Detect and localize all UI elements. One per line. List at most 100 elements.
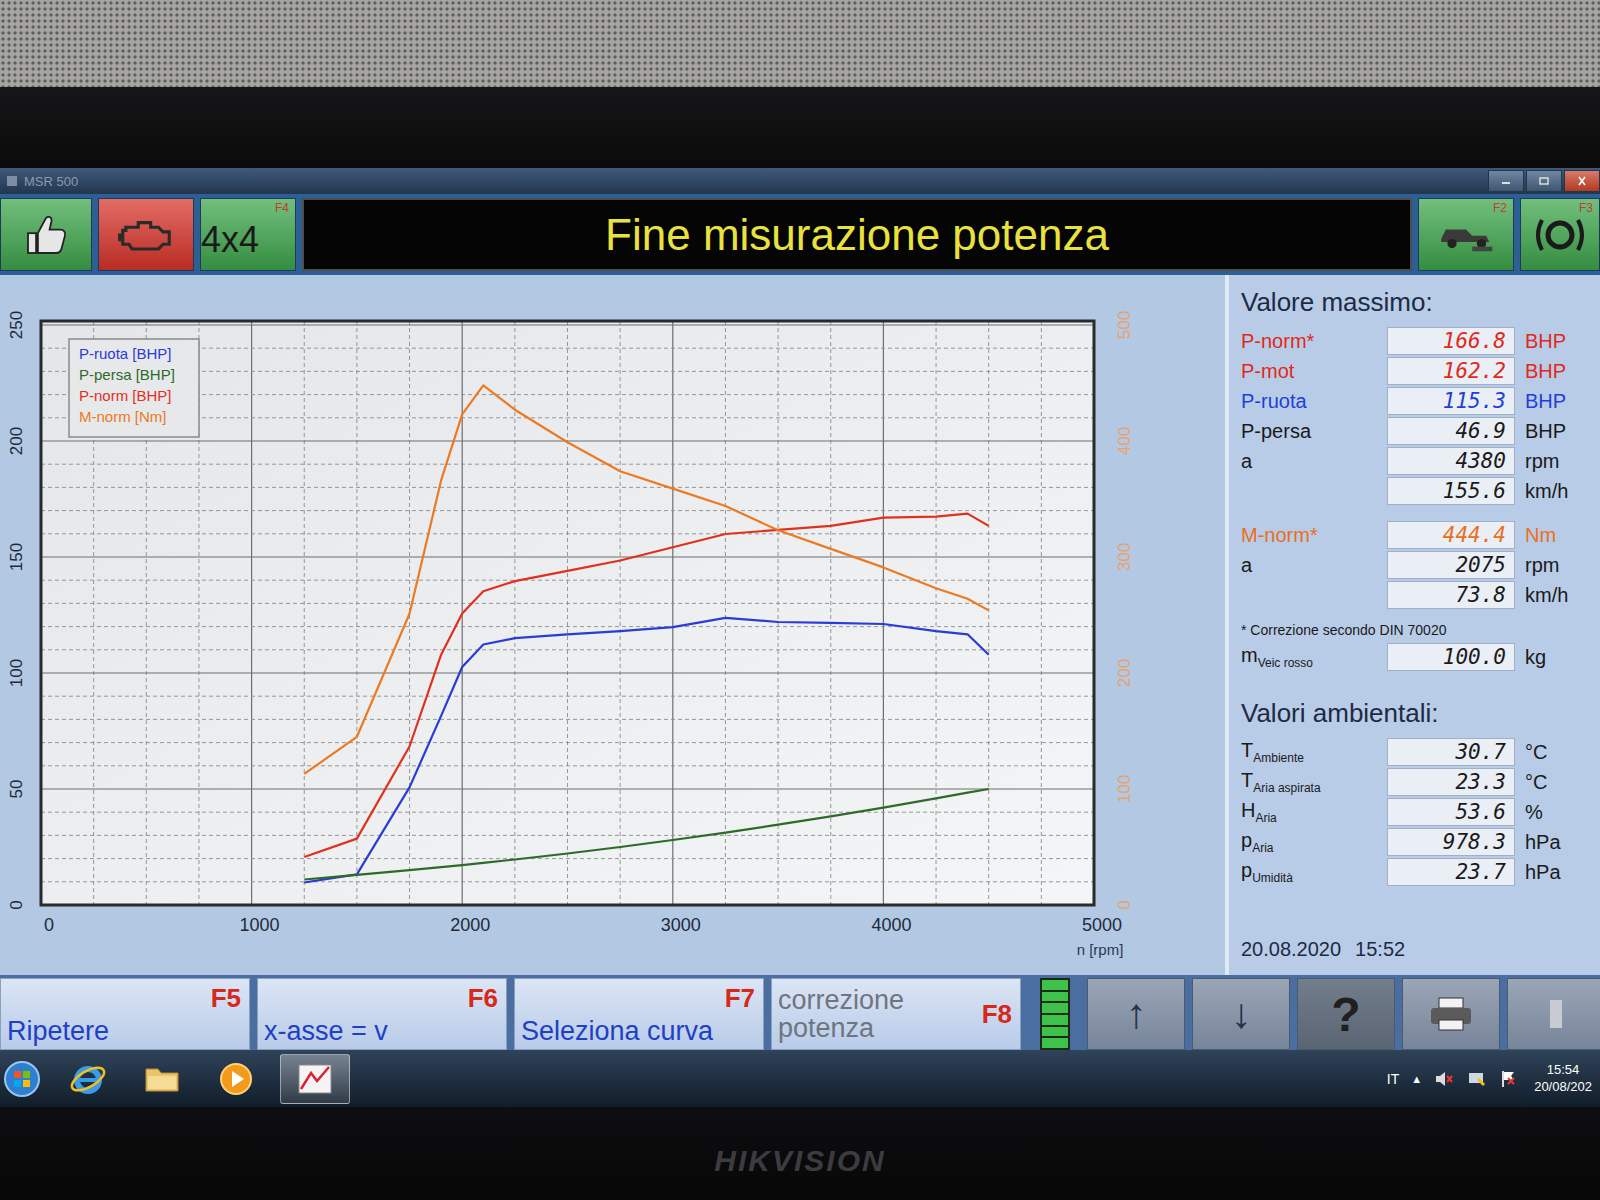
toolbar-button[interactable] xyxy=(0,198,92,271)
action-center-flag-icon[interactable] xyxy=(1498,1069,1518,1089)
function-key-label: Seleziona curva xyxy=(521,1017,721,1045)
x-axis-tick: 4000 xyxy=(871,915,911,935)
nav-button[interactable] xyxy=(1507,978,1600,1050)
grid-line xyxy=(41,464,1094,465)
nav-button[interactable]: ↑ xyxy=(1087,978,1185,1050)
toolbar-button[interactable]: F2 xyxy=(1418,198,1514,271)
blank-icon xyxy=(1546,994,1566,1034)
value-field: 444.4 xyxy=(1387,521,1515,549)
minimize-icon xyxy=(1498,176,1514,186)
main-area: 0501001502002500100200300400500010002000… xyxy=(0,275,1600,975)
y2-axis-tick: 300 xyxy=(1115,543,1134,571)
clock-date: 20/08/202 xyxy=(1534,1079,1592,1096)
ambient-row: pAria978.3hPa xyxy=(1241,827,1592,857)
grid-line xyxy=(41,324,1094,325)
taskbar-app[interactable] xyxy=(206,1054,266,1104)
value-unit: rpm xyxy=(1525,450,1585,473)
value-label: mVeic rosso xyxy=(1241,644,1377,670)
taskbar-app[interactable] xyxy=(280,1054,350,1104)
nav-button[interactable]: ? xyxy=(1297,978,1395,1050)
value-field: 46.9 xyxy=(1387,417,1515,445)
value-unit: km/h xyxy=(1525,480,1585,503)
ambient-row: pUmidità23.7hPa xyxy=(1241,857,1592,887)
value-label: TAmbiente xyxy=(1241,739,1377,765)
button-label: 4x4 xyxy=(201,219,295,261)
meter-segment xyxy=(1042,992,1068,1002)
ambient-list: TAmbiente30.7°CTAria aspirata23.3°CHAria… xyxy=(1241,737,1592,887)
printer-icon xyxy=(1427,994,1475,1034)
legend-entry: P-ruota [BHP] xyxy=(79,345,172,362)
wall xyxy=(0,0,1600,87)
engine-icon xyxy=(115,210,177,260)
close-button[interactable] xyxy=(1564,170,1600,192)
function-key[interactable]: Seleziona curvaF7 xyxy=(514,978,764,1050)
y-axis-tick: 50 xyxy=(7,780,26,799)
clock[interactable]: 15:5420/08/202 xyxy=(1530,1062,1596,1096)
value-label: HAria xyxy=(1241,799,1377,825)
value-row: P-mot162.2BHP xyxy=(1241,356,1592,386)
monitor-bezel-bottom: HIKVISION xyxy=(0,1107,1600,1200)
language-indicator[interactable]: IT xyxy=(1387,1071,1399,1087)
toolbar-button[interactable]: F3 xyxy=(1520,198,1600,271)
value-row: M-norm*444.4Nm xyxy=(1241,520,1592,550)
date: 20.08.2020 xyxy=(1241,938,1341,961)
y2-axis-tick: 200 xyxy=(1115,659,1134,687)
value-field: 30.7 xyxy=(1387,738,1515,766)
taskbar-app[interactable] xyxy=(58,1054,118,1104)
y2-axis-tick: 100 xyxy=(1115,775,1134,803)
taskbar-app[interactable] xyxy=(0,1054,44,1104)
footnote: * Correzione secondo DIN 70020 xyxy=(1241,622,1592,638)
grid-line xyxy=(936,321,937,905)
results-panel: Valore massimo:P-norm*166.8BHPP-mot162.2… xyxy=(1225,275,1600,975)
shortcut-key: F2 xyxy=(1493,201,1507,215)
media-player-icon xyxy=(216,1059,256,1099)
minimize-button[interactable] xyxy=(1488,170,1524,192)
nav-button-label: ↑ xyxy=(1126,990,1147,1038)
value-label: pUmidità xyxy=(1241,859,1377,885)
legend-entry: P-norm [BHP] xyxy=(79,387,172,404)
function-key-bar: RipetereF5x-asse = vF6Seleziona curvaF7c… xyxy=(0,975,1600,1050)
chart-panel: 0501001502002500100200300400500010002000… xyxy=(0,275,1225,975)
value-row: 155.6km/h xyxy=(1241,476,1592,506)
taskbar: IT ▲ 15:5420/08/202 xyxy=(0,1050,1600,1107)
y-axis-tick: 150 xyxy=(7,543,26,571)
meter-segment xyxy=(1042,980,1068,990)
y-axis-tick: 100 xyxy=(7,659,26,687)
value-unit: BHP xyxy=(1525,420,1585,443)
grid-line xyxy=(304,321,305,905)
network-icon[interactable] xyxy=(1466,1069,1486,1089)
grid-line xyxy=(41,788,1094,789)
toolbar-button[interactable]: F44x4 xyxy=(200,198,296,271)
function-key[interactable]: correzione potenzaF8 xyxy=(771,978,1021,1050)
toolbar-button[interactable] xyxy=(98,198,194,271)
grid-line xyxy=(41,835,1094,836)
mass-field[interactable]: 100.0 xyxy=(1387,643,1515,671)
series-line xyxy=(304,514,988,857)
grid-line xyxy=(41,556,1094,557)
value-label: P-persa xyxy=(1241,420,1377,443)
nav-button[interactable]: ↓ xyxy=(1192,978,1290,1050)
grid-line xyxy=(41,580,1094,581)
value-field: 978.3 xyxy=(1387,828,1515,856)
nav-button[interactable] xyxy=(1402,978,1500,1050)
value-field: 23.7 xyxy=(1387,858,1515,886)
legend xyxy=(69,339,199,437)
function-key[interactable]: RipetereF5 xyxy=(0,978,250,1050)
tray-expand[interactable]: ▲ xyxy=(1411,1073,1422,1085)
timestamp: 20.08.202015:52 xyxy=(1241,938,1592,961)
grid-line xyxy=(356,321,357,905)
function-key-label: Ripetere xyxy=(7,1017,207,1045)
taskbar-apps xyxy=(0,1050,350,1107)
value-row: P-persa 46.9 BHP xyxy=(1241,416,1592,446)
function-key[interactable]: x-asse = vF6 xyxy=(257,978,507,1050)
grid-line xyxy=(41,812,1094,813)
speaker-muted-icon[interactable] xyxy=(1434,1069,1454,1089)
window-controls xyxy=(1488,170,1600,192)
grid-line xyxy=(778,321,779,905)
taskbar-app[interactable] xyxy=(132,1054,192,1104)
ambient-row: TAmbiente30.7°C xyxy=(1241,737,1592,767)
shortcut-key: F7 xyxy=(725,983,755,1014)
y2-axis-tick: 500 xyxy=(1115,311,1134,339)
maximize-button[interactable] xyxy=(1526,170,1562,192)
max-values-list: P-norm*166.8BHPP-mot162.2BHPP-ruota115.3… xyxy=(1241,326,1592,506)
